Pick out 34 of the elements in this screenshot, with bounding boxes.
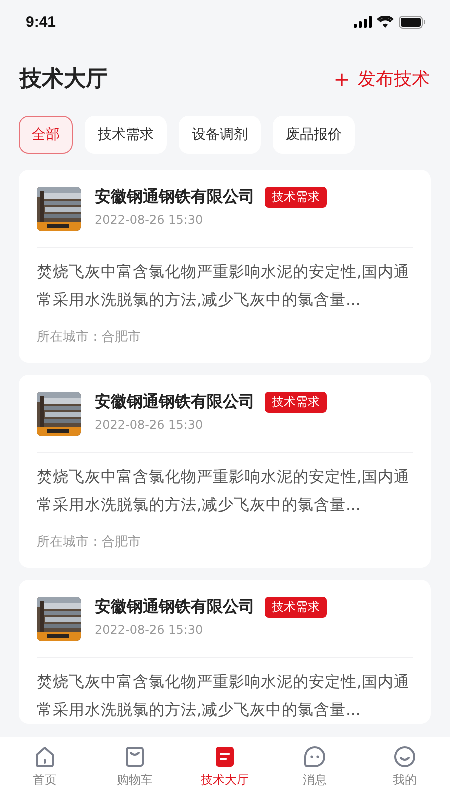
category-tag: 技术需求 bbox=[265, 187, 327, 208]
tab-item[interactable]: 首页 bbox=[10, 745, 80, 789]
smiley-icon bbox=[393, 745, 417, 769]
post-city: 所在城市：合肥市 bbox=[37, 534, 142, 552]
bag-icon bbox=[123, 745, 147, 769]
chat-icon bbox=[303, 745, 327, 769]
publish-button[interactable]: ＋ 发布技术 bbox=[330, 67, 430, 91]
home-icon bbox=[33, 745, 57, 769]
post-time: 2022-08-26 15:30 bbox=[95, 623, 204, 637]
filter-chip[interactable]: 废品报价 bbox=[273, 116, 355, 154]
post-description: 焚烧飞灰中富含氯化物严重影响水泥的安定性,国内通常采用水洗脱氯的方法,减少飞灰中的氯含量... bbox=[37, 467, 411, 516]
tab-item[interactable]: 消息 bbox=[280, 745, 350, 789]
category-tag: 技术需求 bbox=[265, 392, 327, 413]
post-city: 所在城市：合肥市 bbox=[37, 329, 142, 347]
company-name: 安徽钢通钢铁有限公司 bbox=[95, 187, 255, 208]
wifi-icon bbox=[377, 16, 394, 28]
battery-icon bbox=[399, 16, 426, 28]
document-icon bbox=[213, 745, 237, 769]
company-name: 安徽钢通钢铁有限公司 bbox=[95, 392, 255, 413]
filter-chip[interactable]: 技术需求 bbox=[85, 116, 167, 154]
status-time: 9:41 bbox=[26, 14, 56, 30]
post-time: 2022-08-26 15:30 bbox=[95, 213, 204, 227]
page-title: 技术大厅 bbox=[20, 66, 108, 94]
post-description: 焚烧飞灰中富含氯化物严重影响水泥的安定性,国内通常采用水洗脱氯的方法,减少飞灰中的氯含量... bbox=[37, 672, 411, 721]
company-name: 安徽钢通钢铁有限公司 bbox=[95, 597, 255, 618]
post-time: 2022-08-26 15:30 bbox=[95, 418, 204, 432]
post-description: 焚烧飞灰中富含氯化物严重影响水泥的安定性,国内通常采用水洗脱氯的方法,减少飞灰中的氯含量... bbox=[37, 262, 411, 311]
filter-chip[interactable]: 全部 bbox=[19, 116, 73, 154]
tab-item[interactable]: 我的 bbox=[370, 745, 440, 789]
filter-chip[interactable]: 设备调剂 bbox=[179, 116, 261, 154]
category-tag: 技术需求 bbox=[265, 597, 327, 618]
signal-icon bbox=[354, 16, 372, 28]
tab-item[interactable]: 购物车 bbox=[100, 745, 170, 789]
tab-item[interactable]: 技术大厅 bbox=[190, 745, 260, 789]
